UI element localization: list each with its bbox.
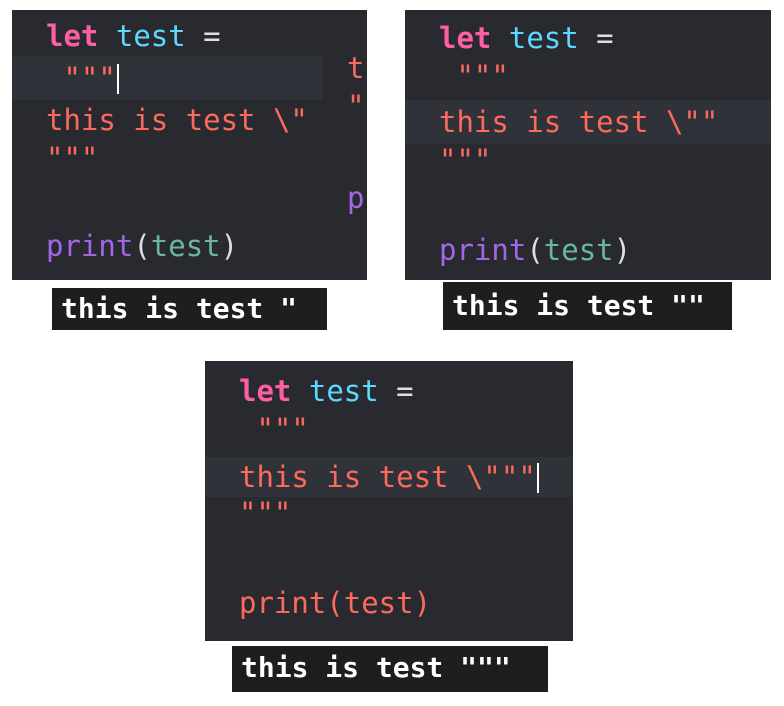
- code-token: test: [115, 19, 186, 53]
- code-token: =: [185, 19, 221, 53]
- code-token: """: [46, 61, 116, 95]
- code-line[interactable]: this is test \""": [205, 457, 573, 497]
- code-editor-panel-3[interactable]: let test = """ this is test \""" """ print(…: [205, 361, 573, 641]
- code-token: ): [613, 233, 632, 267]
- code-token: let: [439, 21, 492, 55]
- code-line[interactable]: """: [12, 56, 367, 100]
- fragment-char-3: p: [347, 181, 365, 215]
- code-token: test: [508, 21, 579, 55]
- code-line[interactable]: print(test): [12, 228, 367, 264]
- console-output-1: this is test ": [52, 288, 327, 330]
- code-token: print: [439, 233, 527, 267]
- code-token: test: [150, 229, 221, 263]
- code-line[interactable]: let test =: [405, 20, 771, 56]
- code-editor-panel-1[interactable]: let test = """ this is test \" """ print(te…: [12, 10, 367, 280]
- code-token: (: [526, 233, 544, 267]
- code-line[interactable]: [205, 541, 573, 577]
- text-cursor: [536, 463, 539, 493]
- code-token: this is test \": [46, 103, 308, 137]
- code-token: ): [220, 229, 239, 263]
- code-line[interactable]: """: [205, 411, 573, 447]
- code-token: test: [308, 374, 379, 408]
- text-cursor: [116, 64, 119, 94]
- code-token: """: [439, 143, 492, 177]
- code-line[interactable]: [12, 186, 367, 222]
- fragment-char-1: t: [347, 51, 365, 85]
- code-token: let: [46, 19, 99, 53]
- code-token: print: [46, 229, 134, 263]
- code-line[interactable]: let test =: [205, 373, 573, 409]
- console-output-2: this is test "": [443, 282, 732, 330]
- code-line[interactable]: this is test \": [12, 102, 367, 138]
- code-line[interactable]: """: [405, 58, 771, 94]
- code-token: this is test \"": [439, 105, 719, 139]
- code-line[interactable]: """: [205, 495, 573, 531]
- code-editor-panel-2[interactable]: let test = """ this is test \"" """ print(t…: [405, 10, 771, 280]
- code-token: =: [578, 21, 614, 55]
- code-token: """: [439, 59, 509, 93]
- code-line[interactable]: print(test): [205, 585, 573, 621]
- code-line[interactable]: """: [12, 140, 367, 176]
- background-editor-fragment: t " p: [322, 46, 367, 280]
- code-token: """: [239, 412, 309, 446]
- code-token: let: [239, 374, 292, 408]
- code-line[interactable]: print(test): [405, 232, 771, 268]
- code-line[interactable]: this is test \"": [405, 100, 771, 144]
- console-output-3: this is test """: [232, 646, 548, 692]
- code-line[interactable]: """: [405, 142, 771, 178]
- code-token: (: [133, 229, 151, 263]
- code-line[interactable]: [405, 188, 771, 224]
- code-token: """: [239, 496, 292, 530]
- code-token: this is test \""": [239, 460, 536, 494]
- code-line[interactable]: let test =: [12, 18, 367, 54]
- code-token: """: [46, 141, 99, 175]
- code-token: test: [543, 233, 614, 267]
- code-token: print(test): [239, 586, 432, 620]
- code-token: =: [378, 374, 414, 408]
- fragment-char-2: ": [347, 89, 365, 123]
